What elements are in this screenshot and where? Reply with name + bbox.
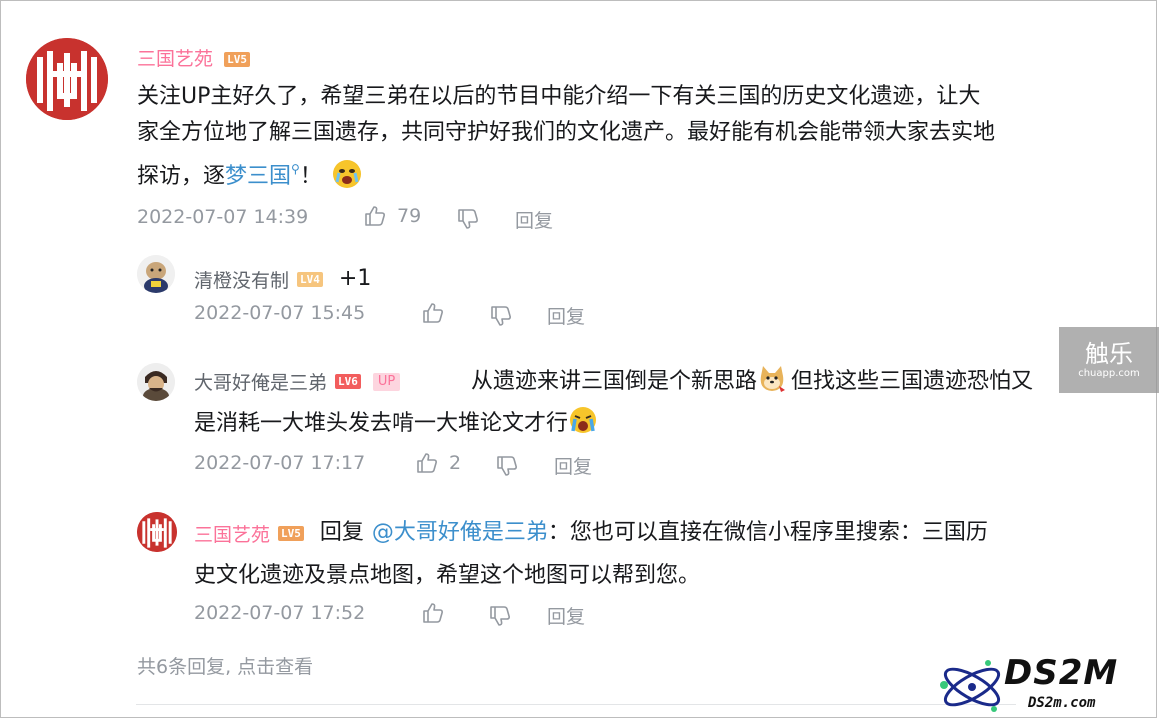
avatar[interactable] [26, 38, 108, 120]
reply-text: 但找这些三国遗迹恐怕又 [791, 369, 1034, 394]
ds2m-watermark: DS2M DS2m.com [936, 653, 1158, 719]
like-count: 79 [397, 205, 422, 227]
view-more-replies-link[interactable]: 共6条回复, 点击查看 [137, 652, 313, 679]
avatar-logo-icon [137, 512, 177, 552]
dislike-button[interactable] [488, 604, 512, 632]
watermark-text: DS2M [1004, 653, 1119, 693]
divider [136, 704, 1016, 705]
search-link[interactable]: 梦三国 [225, 164, 291, 189]
reply-button[interactable]: 回复 [554, 452, 592, 479]
avatar[interactable] [137, 255, 175, 293]
dislike-button[interactable] [495, 454, 519, 482]
reply-header: 三国艺苑 LV5 回复 @大哥好俺是三弟 ：您也可以直接在微信小程序里搜索：三国… [194, 515, 988, 551]
timestamp: 2022-07-07 15:45 [194, 302, 366, 324]
like-button[interactable]: 2 [415, 451, 461, 475]
reply-button[interactable]: 回复 [547, 302, 585, 329]
like-count: 2 [449, 452, 462, 474]
dislike-button[interactable] [489, 304, 513, 332]
avatar[interactable] [137, 363, 175, 401]
comment-text: 探访，逐 [137, 164, 226, 189]
username[interactable]: 清橙没有制 [194, 266, 289, 293]
watermark-text: 触乐 [1085, 340, 1133, 368]
like-button[interactable] [421, 301, 445, 329]
reply-text: 从遗迹来讲三国倒是个新思路 [471, 369, 758, 394]
comment-content: 关注UP主好久了，希望三弟在以后的节目中能介绍一下有关三国的历史文化遗迹，让大 … [137, 79, 1137, 195]
comment-line: 家全方位地了解三国遗存，共同守护好我们的文化遗产。最好能有机会能带领大家去实地 [137, 120, 996, 145]
watermark-subtext: chuapp.com [1078, 368, 1140, 379]
dislike-button[interactable] [456, 207, 480, 235]
reply-text-line: 从遗迹来讲三国倒是个新思路 但找这些三国遗迹恐怕又 [471, 364, 1033, 400]
level-badge: LV5 [224, 52, 250, 67]
comment-line: 探访，逐梦三国⚲！ [137, 151, 1137, 195]
thumbs-up-icon [417, 453, 437, 473]
level-badge: LV4 [297, 271, 323, 287]
username[interactable]: 大哥好俺是三弟 [194, 368, 327, 395]
timestamp: 2022-07-07 17:17 [194, 452, 366, 474]
timestamp: 2022-07-07 17:52 [194, 602, 366, 624]
comment-meta: 2022-07-07 14:39 [137, 206, 308, 228]
level-badge: LV5 [278, 525, 304, 541]
timestamp: 2022-07-07 14:39 [137, 206, 309, 228]
reply-text: ：您也可以直接在微信小程序里搜索：三国历 [547, 520, 988, 545]
comment-line: 关注UP主好久了，希望三弟在以后的节目中能介绍一下有关三国的历史文化遗迹，让大 [137, 84, 981, 109]
reply-button[interactable]: 回复 [547, 602, 585, 629]
reply-text-line: 是消耗一大堆头发去啃一大堆论文才行 [194, 406, 597, 442]
comment-header: 三国艺苑 LV5 [137, 44, 250, 71]
comment-panel: 三国艺苑 LV5 关注UP主好久了，希望三弟在以后的节目中能介绍一下有关三国的历… [0, 0, 1159, 719]
reply-header: 清橙没有制 LV4 +1 [194, 261, 371, 297]
thumbs-up-icon [365, 206, 385, 226]
level-badge: LV6 [335, 374, 361, 389]
search-icon[interactable]: ⚲ [291, 162, 300, 176]
reply-header: 大哥好俺是三弟 LV6 UP [194, 368, 401, 395]
thumbs-down-icon [490, 606, 510, 626]
crying-emoji-icon [568, 407, 597, 435]
comment-text: ！ [299, 164, 322, 189]
reply-text: +1 [338, 266, 372, 291]
thumbs-up-icon [423, 303, 443, 323]
atom-logo-icon [940, 660, 1001, 712]
thumbs-up-icon [423, 603, 443, 623]
username[interactable]: 三国艺苑 [137, 48, 213, 70]
thumbs-down-icon [458, 209, 478, 229]
mention-link[interactable]: @大哥好俺是三弟 [372, 515, 548, 551]
up-badge: UP [372, 372, 401, 391]
thumbs-down-icon [491, 306, 511, 326]
avatar[interactable] [137, 512, 177, 552]
thumbs-down-icon [497, 456, 517, 476]
like-button[interactable]: 79 [363, 204, 421, 228]
avatar-logo-icon [26, 38, 108, 120]
reply-text: 是消耗一大堆头发去啃一大堆论文才行 [194, 411, 569, 436]
watermark-subtext: DS2m.com [1028, 695, 1096, 711]
reply-button[interactable]: 回复 [515, 206, 553, 233]
watermark-logo: 触乐 chuapp.com [1059, 327, 1159, 393]
doge-emoji-icon [757, 365, 786, 393]
reply-prefix: 回复 [319, 520, 364, 545]
crying-emoji-icon [332, 160, 361, 188]
reply-text-line: 史文化遗迹及景点地图，希望这个地图可以帮到您。 [194, 563, 701, 588]
username[interactable]: 三国艺苑 [194, 520, 270, 547]
like-button[interactable] [421, 601, 445, 629]
